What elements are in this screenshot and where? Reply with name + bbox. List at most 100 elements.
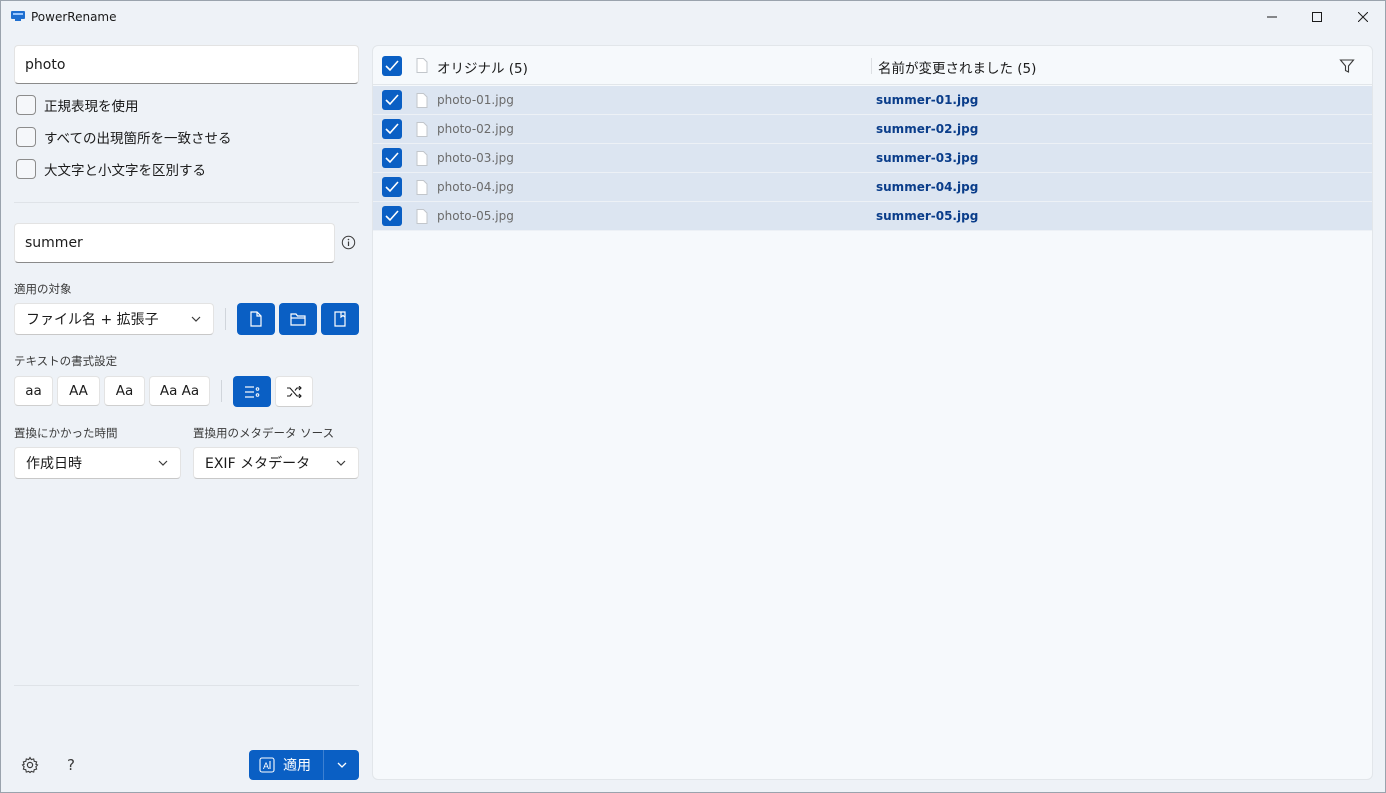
case-sensitive-checkbox[interactable]: 大文字と小文字を区別する [16, 159, 206, 179]
original-filename: photo-05.jpg [437, 209, 514, 223]
time-label: 置換にかかった時間 [14, 426, 118, 440]
chevron-down-icon [191, 316, 201, 322]
renamed-filename: summer-04.jpg [876, 180, 979, 194]
gear-icon[interactable] [21, 756, 39, 774]
column-separator [871, 58, 872, 74]
file-icon [416, 58, 428, 73]
file-icon [416, 93, 428, 108]
chevron-down-icon [337, 762, 346, 768]
use-regex-checkbox[interactable]: 正規表現を使用 [16, 95, 139, 115]
title-bar[interactable]: PowerRename [1, 1, 1385, 33]
maximize-icon [1312, 12, 1322, 22]
text-format-label: テキストの書式設定 [14, 354, 118, 368]
chevron-down-icon [158, 460, 168, 466]
renamed-filename: summer-01.jpg [876, 93, 979, 107]
filter-icon[interactable] [1339, 58, 1355, 74]
folder-icon [290, 313, 306, 326]
powerrename-app-icon [11, 11, 25, 21]
replace-input[interactable]: summer [14, 223, 335, 263]
time-dropdown[interactable]: 作成日時 [14, 447, 181, 479]
checkbox-box[interactable] [16, 159, 36, 179]
original-column-header[interactable]: オリジナル (5) [437, 57, 528, 77]
shuffle-icon [287, 385, 302, 398]
apply-split-button: A 適用 [249, 750, 359, 780]
table-row[interactable]: photo-04.jpg summer-04.jpg [373, 173, 1372, 202]
divider [14, 685, 359, 686]
apply-label: 適用 [283, 758, 311, 774]
include-files-button[interactable] [237, 303, 275, 335]
time-selected: 作成日時 [26, 456, 82, 472]
chevron-down-icon [336, 460, 346, 466]
table-row[interactable]: photo-05.jpg summer-05.jpg [373, 202, 1372, 231]
renamed-filename: summer-02.jpg [876, 122, 979, 136]
window-title: PowerRename [31, 10, 117, 24]
table-row[interactable]: photo-03.jpg summer-03.jpg [373, 144, 1372, 173]
checkbox-box[interactable] [16, 95, 36, 115]
apply-to-label: 適用の対象 [14, 282, 72, 296]
row-checkbox[interactable] [382, 206, 402, 226]
original-filename: photo-02.jpg [437, 122, 514, 136]
checkmark-icon [385, 60, 399, 72]
info-icon[interactable] [341, 235, 356, 250]
powerrename-window: PowerRename photo 正規表現を使用 すべての出現箇所を一致させる… [0, 0, 1386, 793]
row-checkbox[interactable] [382, 177, 402, 197]
row-checkbox[interactable] [382, 90, 402, 110]
file-list-panel: オリジナル (5) 名前が変更されました (5) photo-01.jpg su… [372, 45, 1373, 780]
select-all-checkbox[interactable] [382, 56, 402, 76]
randomize-button[interactable] [275, 376, 313, 407]
use-regex-label: 正規表現を使用 [44, 99, 139, 115]
original-filename: photo-03.jpg [437, 151, 514, 165]
svg-text:A: A [263, 761, 269, 771]
row-checkbox[interactable] [382, 148, 402, 168]
list-header: オリジナル (5) 名前が変更されました (5) [373, 46, 1372, 85]
metadata-dropdown[interactable]: EXIF メタデータ [193, 447, 359, 479]
renamed-filename: summer-03.jpg [876, 151, 979, 165]
file-icon [416, 180, 428, 195]
replace-input-value: summer [25, 235, 83, 251]
include-subfolders-button[interactable] [321, 303, 359, 335]
original-filename: photo-01.jpg [437, 93, 514, 107]
match-all-checkbox[interactable]: すべての出現箇所を一致させる [16, 127, 232, 147]
file-icon [416, 209, 428, 224]
enumerate-items-button[interactable] [233, 376, 271, 407]
close-button[interactable] [1340, 1, 1386, 33]
file-icon [416, 151, 428, 166]
original-filename: photo-04.jpg [437, 180, 514, 194]
renamed-filename: summer-05.jpg [876, 209, 979, 223]
list-number-icon [245, 385, 260, 398]
include-folders-button[interactable] [279, 303, 317, 335]
table-row[interactable]: photo-01.jpg summer-01.jpg [373, 86, 1372, 115]
capitalize-each-word-button[interactable]: Aa Aa [149, 376, 210, 406]
apply-options-button[interactable] [324, 750, 359, 780]
search-input-value: photo [25, 56, 66, 73]
toolbar-separator [221, 380, 222, 402]
apply-button[interactable]: A 適用 [249, 750, 323, 780]
apply-to-dropdown[interactable]: ファイル名 + 拡張子 [14, 303, 214, 335]
search-input[interactable]: photo [14, 45, 359, 84]
table-row[interactable]: photo-02.jpg summer-02.jpg [373, 115, 1372, 144]
checkmark-icon [385, 123, 399, 135]
apply-to-selected: ファイル名 + 拡張子 [26, 312, 159, 328]
row-checkbox[interactable] [382, 119, 402, 139]
rename-icon: A [259, 757, 275, 773]
help-button[interactable]: ? [67, 756, 75, 774]
minimize-icon [1267, 16, 1277, 18]
minimize-button[interactable] [1249, 1, 1295, 33]
renamed-column-header[interactable]: 名前が変更されました (5) [878, 57, 1036, 77]
maximize-button[interactable] [1294, 1, 1340, 33]
titlecase-button[interactable]: Aa [104, 376, 145, 406]
checkmark-icon [385, 94, 399, 106]
close-icon [1358, 12, 1368, 22]
file-icon [250, 311, 262, 327]
checkmark-icon [385, 210, 399, 222]
toolbar-separator [225, 308, 226, 330]
case-sensitive-label: 大文字と小文字を区別する [44, 163, 206, 179]
checkbox-box[interactable] [16, 127, 36, 147]
subfolder-icon [334, 311, 346, 327]
checkmark-icon [385, 181, 399, 193]
match-all-label: すべての出現箇所を一致させる [44, 131, 232, 147]
lowercase-button[interactable]: aa [14, 376, 53, 406]
checkmark-icon [385, 152, 399, 164]
divider [14, 202, 359, 203]
uppercase-button[interactable]: AA [57, 376, 100, 406]
